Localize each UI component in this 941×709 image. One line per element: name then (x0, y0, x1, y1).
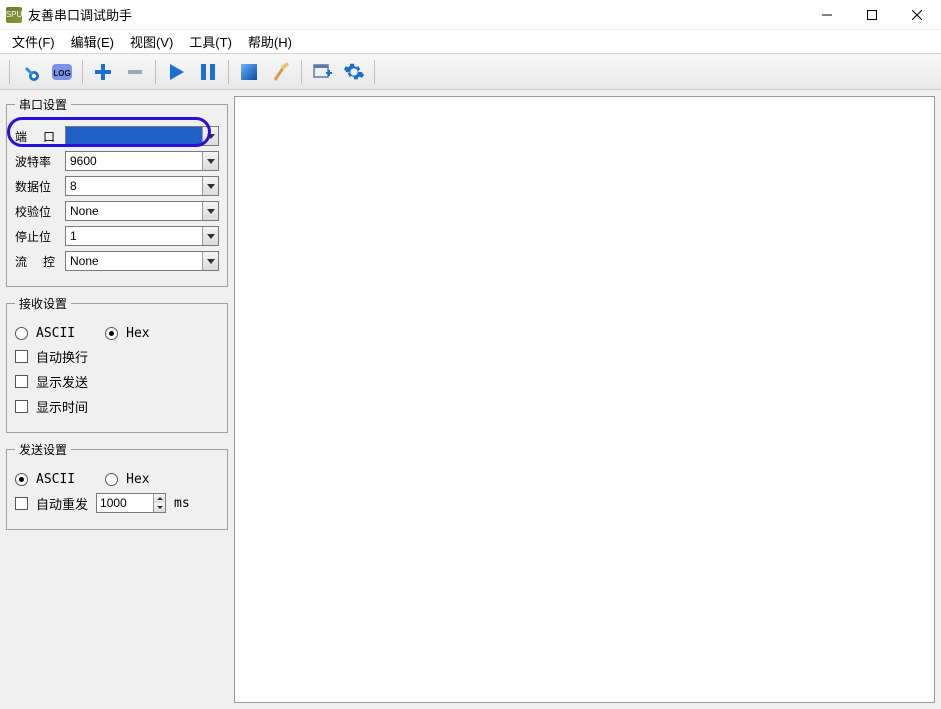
log-icon: LOG (51, 61, 73, 83)
left-panel: 串口设置 端 口 波特率 9600 数据位 8 (6, 96, 228, 703)
recv-wrap-label: 自动换行 (36, 347, 88, 366)
minus-icon (125, 62, 145, 82)
menu-help[interactable]: 帮助(H) (240, 30, 300, 53)
recv-hex-label: Hex (126, 326, 149, 341)
databits-value: 8 (66, 177, 202, 195)
send-interval-unit: ms (174, 496, 190, 511)
window-plus-icon (312, 62, 332, 82)
baud-combo[interactable]: 9600 (65, 151, 219, 171)
recv-ascii-radio[interactable] (15, 327, 28, 340)
send-settings-group: 发送设置 ASCII Hex 自动重发 ms (6, 441, 228, 530)
port-combo[interactable] (65, 126, 219, 146)
menu-file[interactable]: 文件(F) (4, 30, 63, 53)
serial-settings-group: 串口设置 端 口 波特率 9600 数据位 8 (6, 96, 228, 287)
close-icon (912, 10, 922, 20)
databits-label: 数据位 (15, 178, 59, 195)
flow-value: None (66, 252, 202, 270)
log-button[interactable]: LOG (47, 58, 77, 86)
send-hex-label: Hex (126, 472, 149, 487)
menubar: 文件(F) 编辑(E) 视图(V) 工具(T) 帮助(H) (0, 30, 941, 54)
send-settings-legend: 发送设置 (15, 441, 71, 458)
baud-label: 波特率 (15, 153, 59, 170)
svg-text:LOG: LOG (53, 69, 70, 78)
play-icon (166, 62, 186, 82)
recv-hex-radio[interactable] (105, 327, 118, 340)
content: 串口设置 端 口 波特率 9600 数据位 8 (0, 90, 941, 709)
stopbits-value: 1 (66, 227, 202, 245)
close-button[interactable] (894, 1, 939, 29)
menu-edit[interactable]: 编辑(E) (63, 30, 122, 53)
serial-settings-legend: 串口设置 (15, 96, 71, 113)
recv-showsend-check[interactable] (15, 375, 28, 388)
parity-label: 校验位 (15, 203, 59, 220)
remove-button[interactable] (120, 58, 150, 86)
parity-value: None (66, 202, 202, 220)
chevron-down-icon (202, 252, 218, 270)
parity-combo[interactable]: None (65, 201, 219, 221)
databits-combo[interactable]: 8 (65, 176, 219, 196)
baud-value: 9600 (66, 152, 202, 170)
recv-settings-legend: 接收设置 (15, 295, 71, 312)
toolbar: LOG (0, 54, 941, 90)
settings-button[interactable] (339, 58, 369, 86)
send-auto-label: 自动重发 (36, 494, 88, 513)
stopbits-combo[interactable]: 1 (65, 226, 219, 246)
recv-showsend-label: 显示发送 (36, 372, 88, 391)
chevron-down-icon (202, 177, 218, 195)
spin-up-icon[interactable] (154, 494, 165, 503)
chevron-down-icon (202, 127, 218, 145)
port-value (66, 127, 202, 145)
clear-button[interactable] (266, 58, 296, 86)
play-button[interactable] (161, 58, 191, 86)
pause-button[interactable] (193, 58, 223, 86)
output-area[interactable] (234, 96, 935, 703)
recv-settings-group: 接收设置 ASCII Hex 自动换行 显示发送 显示时间 (6, 295, 228, 433)
port-label: 端 口 (15, 128, 59, 145)
maximize-icon (867, 10, 877, 20)
gear-icon (343, 61, 365, 83)
window-title: 友善串口调试助手 (28, 5, 132, 24)
add-button[interactable] (88, 58, 118, 86)
send-ascii-label: ASCII (36, 472, 75, 487)
send-interval-spin[interactable] (96, 493, 166, 513)
screen-icon (239, 62, 259, 82)
minimize-icon (822, 10, 832, 20)
recv-wrap-check[interactable] (15, 350, 28, 363)
send-interval-input[interactable] (97, 494, 153, 512)
menu-view[interactable]: 视图(V) (122, 30, 181, 53)
spin-down-icon[interactable] (154, 503, 165, 512)
titlebar: SPU 友善串口调试助手 (0, 0, 941, 30)
newwin-button[interactable] (307, 58, 337, 86)
send-ascii-radio[interactable] (15, 473, 28, 486)
app-icon: SPU (6, 7, 22, 23)
connect-button[interactable] (15, 58, 45, 86)
chevron-down-icon (202, 227, 218, 245)
send-hex-radio[interactable] (105, 473, 118, 486)
recv-showtime-label: 显示时间 (36, 397, 88, 416)
stopbits-label: 停止位 (15, 228, 59, 245)
chevron-down-icon (202, 202, 218, 220)
minimize-button[interactable] (804, 1, 849, 29)
plus-icon (93, 62, 113, 82)
send-auto-check[interactable] (15, 497, 28, 510)
plug-icon (20, 62, 40, 82)
pause-icon (198, 62, 218, 82)
broom-icon (271, 62, 291, 82)
recv-ascii-label: ASCII (36, 326, 75, 341)
chevron-down-icon (202, 152, 218, 170)
menu-tools[interactable]: 工具(T) (181, 30, 240, 53)
flow-label: 流 控 (15, 253, 59, 270)
recv-showtime-check[interactable] (15, 400, 28, 413)
flow-combo[interactable]: None (65, 251, 219, 271)
screen-button[interactable] (234, 58, 264, 86)
maximize-button[interactable] (849, 1, 894, 29)
